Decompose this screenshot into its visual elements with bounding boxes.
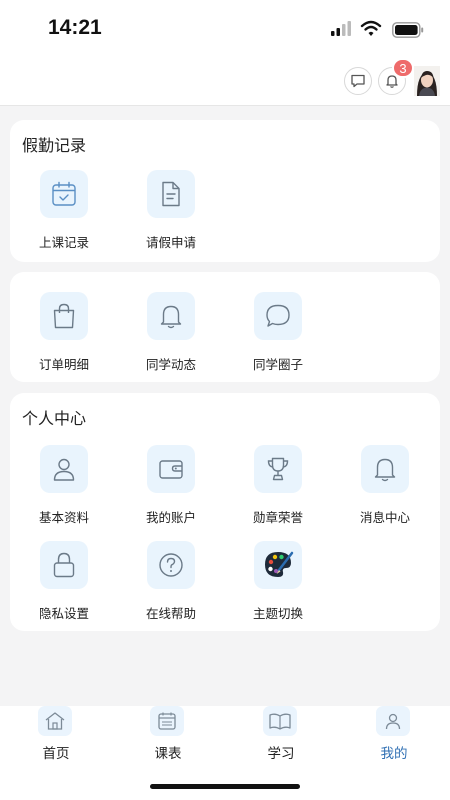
status-time: 14:21 [48,16,102,39]
shopping-bag-icon [40,292,88,340]
wifi-icon [360,20,382,36]
message-button[interactable] [344,67,372,95]
user-icon [40,445,88,493]
message-center-item[interactable]: 消息中心 [331,445,437,535]
help-icon [147,541,195,589]
attendance-card: 假勤记录 上课记录 请假申请 [10,120,440,262]
my-account-item[interactable]: 我的账户 [117,445,223,535]
tab-profile[interactable]: 我的 [338,706,450,776]
chat-icon [351,74,365,88]
online-help-item[interactable]: 在线帮助 [117,541,223,631]
battery-icon [392,22,424,38]
profile-icon [376,706,410,736]
medals-honors-item[interactable]: 勋章荣誉 [224,445,330,535]
book-icon [263,706,297,736]
classmate-circle-item[interactable]: 同学圈子 [224,292,330,382]
tab-schedule-label: 课表 [154,746,182,762]
signal-icon [331,21,351,36]
classmate-updates-label: 同学动态 [145,357,196,372]
trophy-icon [254,445,302,493]
personal-center-card: 个人中心 基本资料 我的账户 勋章荣誉 消息中心 隐私设置 在线帮助 主题切换 [10,393,440,631]
classmate-updates-item[interactable]: 同学动态 [117,292,223,382]
home-indicator [150,784,300,789]
social-card: 订单明细 同学动态 同学圈子 [10,272,440,382]
top-header: 3 [0,56,450,106]
personal-center-title: 个人中心 [22,409,87,428]
tab-schedule[interactable]: 课表 [112,706,224,776]
home-icon [38,706,72,736]
leave-request-item[interactable]: 请假申请 [117,170,223,260]
palette-icon [254,541,302,589]
notification-badge: 3 [392,58,414,78]
my-account-label: 我的账户 [145,510,196,525]
tab-profile-label: 我的 [380,746,408,762]
schedule-icon [150,706,184,736]
order-details-item[interactable]: 订单明细 [10,292,116,382]
tab-home[interactable]: 首页 [0,706,112,776]
document-icon [147,170,195,218]
bell-icon [361,445,409,493]
basic-info-label: 基本资料 [38,510,89,525]
avatar[interactable] [414,66,440,96]
privacy-settings-item[interactable]: 隐私设置 [10,541,116,631]
message-center-label: 消息中心 [359,510,410,525]
tab-home-label: 首页 [42,746,70,762]
calendar-check-icon [40,170,88,218]
order-details-label: 订单明细 [38,357,89,372]
class-records-item[interactable]: 上课记录 [10,170,116,260]
tab-study[interactable]: 学习 [225,706,337,776]
theme-switch-label: 主题切换 [252,606,303,621]
tab-study-label: 学习 [267,746,295,762]
lock-icon [40,541,88,589]
basic-info-item[interactable]: 基本资料 [10,445,116,535]
classmate-circle-label: 同学圈子 [252,357,303,372]
chat-bubble-icon [254,292,302,340]
bell-icon [147,292,195,340]
wallet-icon [147,445,195,493]
class-records-label: 上课记录 [38,235,89,250]
status-bar: 14:21 [0,0,450,56]
privacy-settings-label: 隐私设置 [38,606,89,621]
theme-switch-item[interactable]: 主题切换 [224,541,330,631]
medals-honors-label: 勋章荣誉 [252,510,303,525]
attendance-title: 假勤记录 [22,136,87,155]
online-help-label: 在线帮助 [145,606,196,621]
leave-request-label: 请假申请 [145,235,196,250]
